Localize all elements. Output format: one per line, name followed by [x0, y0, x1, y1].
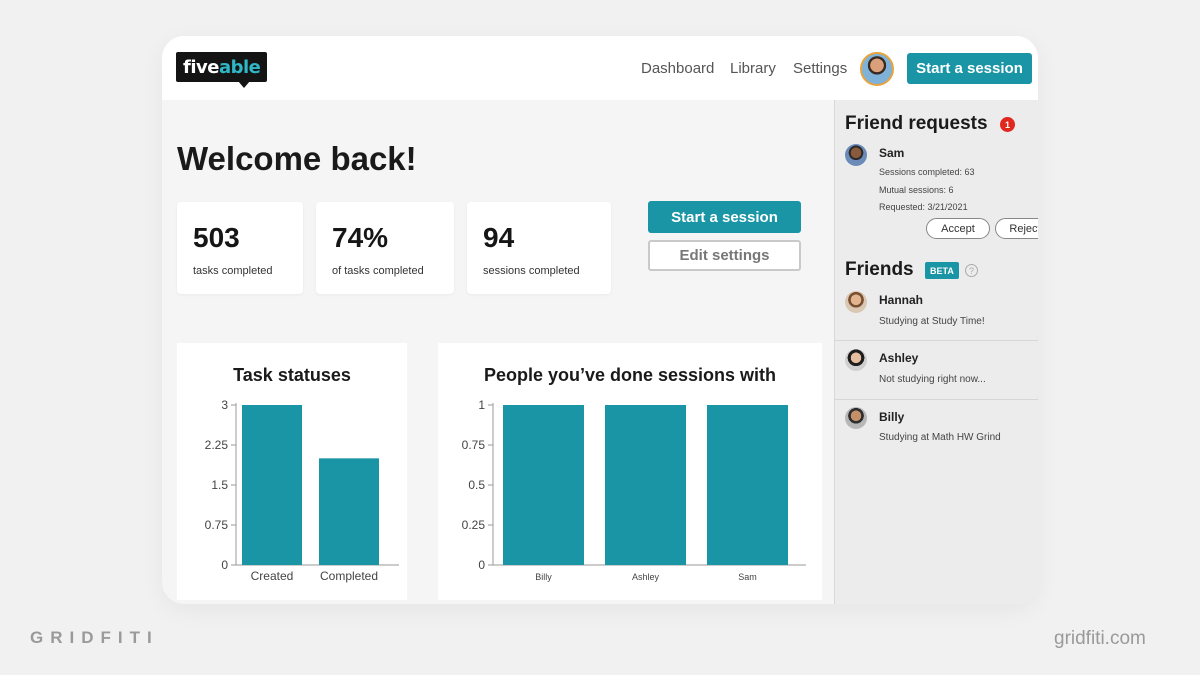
- stat-card-sessions: 94 sessions completed: [467, 202, 611, 294]
- logo-text-five: five: [183, 56, 219, 78]
- request-name: Sam: [879, 146, 905, 160]
- y-tick-label: 3: [221, 398, 228, 412]
- y-tick-label: 1: [478, 398, 485, 412]
- bar: [605, 405, 686, 565]
- y-tick-label: 0.75: [462, 438, 486, 452]
- request-sessions-completed: Sessions completed: 63: [879, 167, 975, 177]
- y-tick-label: 0.5: [468, 478, 485, 492]
- sessions-with-chart: 0 0.25 0.5 0.75 1 Billy Ashley Sam: [462, 398, 806, 582]
- header-start-session-button[interactable]: Start a session: [907, 53, 1032, 84]
- stat-label: sessions completed: [483, 265, 580, 277]
- beta-badge: BETA: [925, 262, 959, 279]
- page-title: Welcome back!: [177, 140, 417, 177]
- logo-text-able: able: [218, 56, 261, 78]
- friend-status: Studying at Math HW Grind: [879, 432, 1001, 443]
- friend-requests-heading: Friend requests: [845, 113, 988, 134]
- x-tick-label: Sam: [738, 572, 757, 582]
- x-tick-label: Billy: [535, 572, 552, 582]
- friends-heading: Friends: [845, 259, 914, 280]
- task-statuses-card: Task statuses 0 0.75 1.5 2.25 3 Created Comple…: [177, 343, 407, 600]
- billy-avatar: [845, 407, 867, 429]
- friend-name[interactable]: Ashley: [879, 351, 918, 365]
- fiveable-logo[interactable]: five able: [176, 52, 268, 82]
- stat-card-tasks: 503 tasks completed: [177, 202, 303, 294]
- stat-value: 503: [193, 222, 240, 253]
- nav-dashboard[interactable]: Dashboard: [641, 60, 714, 77]
- bar: [707, 405, 788, 565]
- app-window: five able Dashboard Library Settings Star…: [162, 36, 1038, 604]
- bar: [319, 458, 379, 565]
- reject-button[interactable]: Reject: [995, 218, 1038, 239]
- sam-avatar: [845, 144, 867, 166]
- y-tick-label: 0.25: [462, 518, 486, 532]
- top-navigation-bar: five able Dashboard Library Settings Star…: [162, 36, 1038, 100]
- nav-library[interactable]: Library: [730, 60, 776, 77]
- stat-label: tasks completed: [193, 265, 273, 277]
- friend-name[interactable]: Billy: [879, 410, 904, 424]
- friend-divider: [835, 399, 1038, 400]
- stat-value: 94: [483, 222, 515, 253]
- bar: [242, 405, 302, 565]
- request-count-badge: 1: [1000, 117, 1015, 132]
- friend-divider: [835, 340, 1038, 341]
- task-statuses-chart: 0 0.75 1.5 2.25 3 Created Completed: [205, 398, 399, 583]
- y-tick-label: 1.5: [211, 478, 228, 492]
- friend-status: Not studying right now...: [879, 374, 986, 385]
- stat-label: of tasks completed: [332, 265, 424, 277]
- bar: [503, 405, 584, 565]
- x-tick-label: Ashley: [632, 572, 660, 582]
- y-tick-label: 0: [221, 558, 228, 572]
- start-session-button[interactable]: Start a session: [648, 201, 801, 233]
- friend-name[interactable]: Hannah: [879, 293, 923, 307]
- logo-speech-tail: [238, 81, 250, 88]
- request-date: Requested: 3/21/2021: [879, 202, 968, 212]
- ashley-avatar: [845, 349, 867, 371]
- nav-settings[interactable]: Settings: [793, 60, 847, 77]
- friend-status: Studying at Study Time!: [879, 316, 985, 327]
- sessions-with-card: People you’ve done sessions with 0 0.25 0.…: [438, 343, 822, 600]
- x-tick-label: Completed: [320, 569, 378, 583]
- stat-value: 74%: [332, 222, 389, 253]
- hannah-avatar: [845, 291, 867, 313]
- help-icon[interactable]: ?: [965, 264, 978, 277]
- edit-settings-button[interactable]: Edit settings: [648, 240, 801, 271]
- stat-card-percent: 74% of tasks completed: [316, 202, 454, 294]
- right-sidebar: Friend requests 1 Sam Sessions completed…: [834, 100, 1038, 604]
- request-mutual-sessions: Mutual sessions: 6: [879, 185, 954, 195]
- y-tick-label: 2.25: [205, 438, 229, 452]
- accept-button[interactable]: Accept: [926, 218, 990, 239]
- gridfiti-watermark-left: GRIDFITI: [30, 628, 159, 647]
- y-tick-label: 0: [478, 558, 485, 572]
- user-avatar[interactable]: [860, 52, 894, 86]
- gridfiti-watermark-right: gridfiti.com: [1054, 628, 1146, 649]
- x-tick-label: Created: [251, 569, 294, 583]
- y-tick-label: 0.75: [205, 518, 229, 532]
